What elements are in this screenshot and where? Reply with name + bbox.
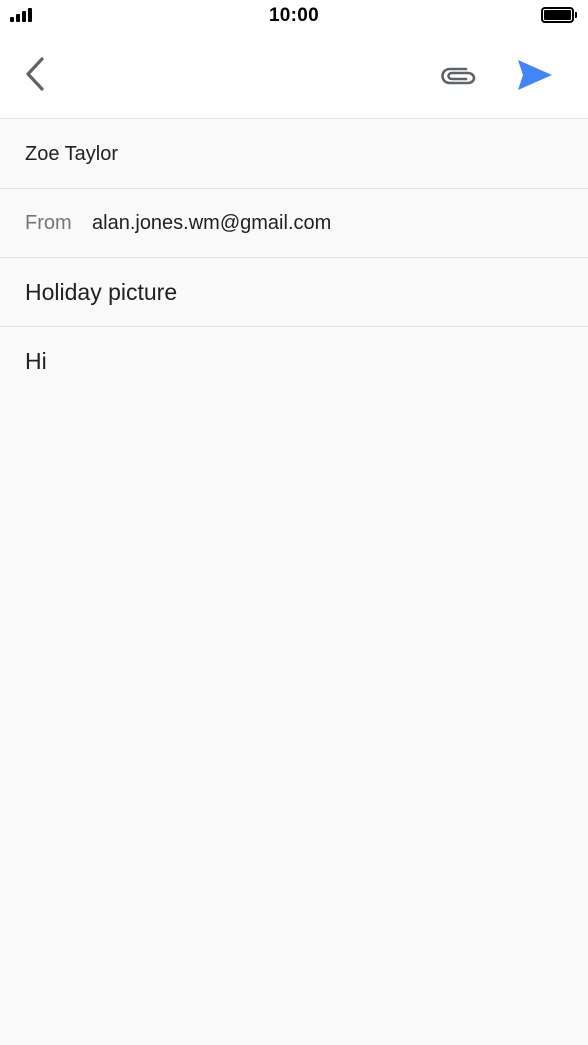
battery-icon <box>541 7 577 23</box>
from-field[interactable]: From alan.jones.wm@gmail.com <box>0 188 588 257</box>
back-arrow-icon <box>26 57 44 91</box>
message-body-text: Hi <box>25 348 47 374</box>
to-recipient: Zoe Taylor <box>25 143 119 165</box>
attach-button[interactable] <box>438 56 480 96</box>
from-label: From <box>25 212 72 234</box>
subject-field[interactable]: Holiday picture <box>0 257 588 326</box>
subject-text: Holiday picture <box>25 279 178 305</box>
send-icon <box>518 60 552 90</box>
compose-toolbar <box>0 34 588 118</box>
paperclip-icon <box>441 67 476 85</box>
back-button[interactable] <box>16 54 56 94</box>
message-body-field[interactable]: Hi <box>0 326 588 1045</box>
status-time: 10:00 <box>268 5 320 26</box>
to-field[interactable]: Zoe Taylor <box>0 118 588 188</box>
send-button[interactable] <box>512 54 558 96</box>
from-address: alan.jones.wm@gmail.com <box>92 212 332 234</box>
status-bar: 10:00 <box>0 0 588 34</box>
